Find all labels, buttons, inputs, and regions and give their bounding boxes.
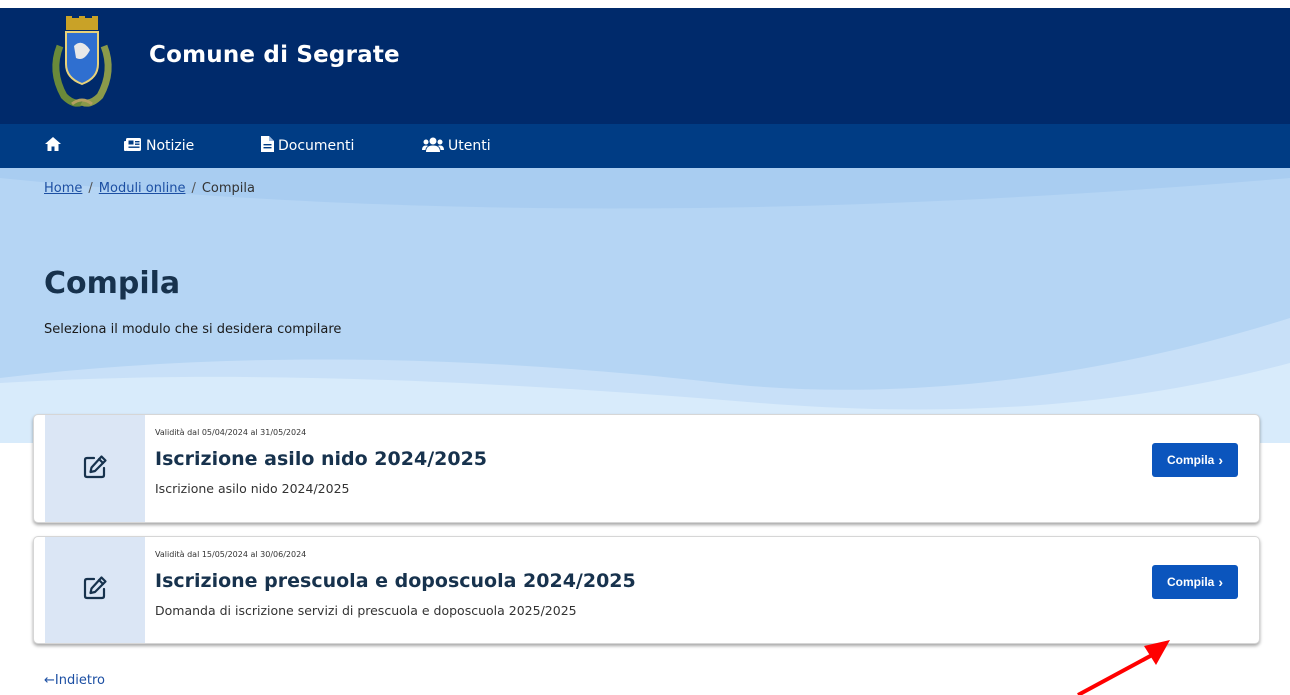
annotation-arrow-icon bbox=[1077, 640, 1170, 695]
